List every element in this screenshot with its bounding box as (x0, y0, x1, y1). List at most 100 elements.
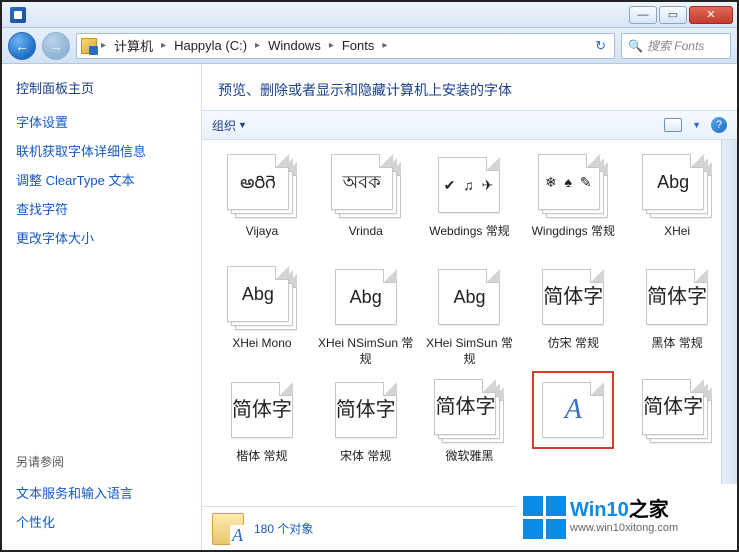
font-thumbnail: A (536, 375, 610, 445)
help-button[interactable]: ? (711, 117, 727, 133)
search-placeholder: 搜索 Fonts (647, 37, 704, 54)
minimize-button[interactable]: — (629, 6, 657, 24)
font-item[interactable]: 简体字仿宋 常规 (523, 262, 623, 367)
chevron-right-icon: ▸ (382, 40, 387, 51)
font-thumbnail: 简体字 (640, 375, 714, 445)
font-name-label: 仿宋 常规 (548, 336, 599, 366)
font-thumbnail: 简体字 (329, 375, 403, 445)
font-grid: అరిగె Vijaya অবক Vrinda ✔ ♫ ✈ Webdings 常规 ❄ ♠ … (202, 140, 737, 479)
font-item[interactable]: 简体字黑体 常规 (627, 262, 727, 367)
font-thumbnail: 简体字 (536, 262, 610, 332)
font-preview-text: A (565, 396, 582, 424)
sidebar: 控制面板主页 字体设置 联机获取字体详细信息 调整 ClearType 文本 查… (2, 64, 202, 550)
font-name-label: 黑体 常规 (651, 336, 702, 366)
font-name-label: Vrinda (349, 224, 383, 254)
font-thumbnail: అరిగె (225, 150, 299, 220)
font-item[interactable]: 简体字 (627, 375, 727, 479)
sidebar-link-personalization[interactable]: 个性化 (16, 507, 187, 536)
toolbar: 组织 ▼ ▼ ? (202, 110, 737, 140)
font-item[interactable]: ❄ ♠ ✎ Wingdings 常规 (523, 150, 623, 254)
address-bar[interactable]: ▸ 计算机 ▸ Happyla (C:) ▸ Windows ▸ Fonts ▸… (76, 33, 615, 59)
font-item[interactable]: 简体字微软雅黑 (420, 375, 520, 479)
font-thumbnail: ✔ ♫ ✈ (432, 150, 506, 220)
font-preview-text: Abg (242, 285, 274, 303)
body: 控制面板主页 字体设置 联机获取字体详细信息 调整 ClearType 文本 查… (2, 64, 737, 550)
breadcrumb[interactable]: 计算机 (110, 36, 157, 55)
font-name-label: 微软雅黑 (445, 449, 493, 479)
sidebar-link-find-char[interactable]: 查找字符 (16, 194, 187, 223)
refresh-button[interactable]: ↻ (591, 38, 610, 54)
font-name-label: 楷体 常规 (236, 449, 287, 479)
sidebar-heading: 控制面板主页 (16, 78, 187, 97)
font-preview-text: 简体字 (435, 397, 495, 417)
fonts-folder-icon (212, 513, 244, 545)
font-preview-text: ✔ ♫ ✈ (444, 178, 496, 192)
search-icon: 🔍 (628, 39, 643, 53)
font-thumbnail: 简体字 (432, 375, 506, 445)
chevron-right-icon: ▸ (101, 40, 106, 51)
nav-bar: ← → ▸ 计算机 ▸ Happyla (C:) ▸ Windows ▸ Fon… (2, 28, 737, 64)
font-preview-text: 简体字 (647, 287, 707, 307)
font-preview-text: অবক (343, 173, 381, 191)
font-item[interactable]: 简体字宋体 常规 (316, 375, 416, 479)
fonts-window: — ▭ ✕ ← → ▸ 计算机 ▸ Happyla (C:) ▸ Windows… (0, 0, 739, 552)
font-preview-text: Abg (657, 173, 689, 191)
font-preview-text: Abg (350, 288, 382, 306)
fonts-folder-icon (81, 38, 97, 54)
font-name-label: XHei NSimSun 常规 (318, 336, 414, 367)
font-item[interactable]: অবক Vrinda (316, 150, 416, 254)
sidebar-link-online-font-info[interactable]: 联机获取字体详细信息 (16, 136, 187, 165)
chevron-right-icon: ▸ (255, 40, 260, 51)
sidebar-link-text-services[interactable]: 文本服务和输入语言 (16, 478, 187, 507)
font-thumbnail: Abg (329, 262, 403, 332)
chevron-right-icon: ▸ (161, 40, 166, 51)
breadcrumb[interactable]: Fonts (338, 38, 379, 53)
font-thumbnail: 简体字 (640, 262, 714, 332)
vertical-scrollbar[interactable] (721, 140, 737, 506)
back-button[interactable]: ← (8, 32, 36, 60)
font-thumbnail: Abg (225, 262, 299, 332)
breadcrumb[interactable]: Windows (264, 38, 325, 53)
close-button[interactable]: ✕ (689, 6, 733, 24)
chevron-right-icon: ▸ (329, 40, 334, 51)
font-grid-container: అరిగె Vijaya অবক Vrinda ✔ ♫ ✈ Webdings 常规 ❄ ♠ … (202, 140, 737, 506)
font-item[interactable]: A (523, 375, 623, 479)
font-item[interactable]: 简体字楷体 常规 (212, 375, 312, 479)
font-preview-text: 简体字 (336, 400, 396, 420)
organize-menu[interactable]: 组织 ▼ (212, 117, 247, 134)
main-panel: 预览、删除或者显示和隐藏计算机上安装的字体 组织 ▼ ▼ ? అరిగె Vija… (202, 64, 737, 550)
sidebar-link-change-size[interactable]: 更改字体大小 (16, 223, 187, 252)
font-thumbnail: ❄ ♠ ✎ (536, 150, 610, 220)
font-thumbnail: Abg (640, 150, 714, 220)
sidebar-link-cleartype[interactable]: 调整 ClearType 文本 (16, 165, 187, 194)
window-controls: — ▭ ✕ (629, 6, 737, 24)
font-thumbnail: 简体字 (225, 375, 299, 445)
view-button[interactable] (664, 118, 682, 132)
font-name-label: Vijaya (246, 224, 278, 254)
font-item[interactable]: Abg XHei Mono (212, 262, 312, 367)
font-name-label: 宋体 常规 (340, 449, 391, 479)
font-name-label: Webdings 常规 (429, 224, 509, 254)
titlebar: — ▭ ✕ (2, 2, 737, 28)
font-name-label: XHei Mono (232, 336, 291, 366)
see-also-heading: 另请参阅 (16, 453, 187, 470)
breadcrumb[interactable]: Happyla (C:) (170, 38, 251, 53)
font-preview-text: ❄ ♠ ✎ (545, 175, 594, 189)
sidebar-link-font-settings[interactable]: 字体设置 (16, 107, 187, 136)
font-preview-text: 简体字 (543, 287, 603, 307)
font-item[interactable]: Abg XHei NSimSun 常规 (316, 262, 416, 367)
page-title: 预览、删除或者显示和隐藏计算机上安装的字体 (202, 64, 737, 110)
windows-logo-icon (523, 496, 566, 539)
font-item[interactable]: Abg XHei (627, 150, 727, 254)
search-input[interactable]: 🔍 搜索 Fonts (621, 33, 731, 59)
font-name-label: Wingdings 常规 (532, 224, 615, 254)
font-item[interactable]: ✔ ♫ ✈ Webdings 常规 (420, 150, 520, 254)
font-thumbnail: Abg (432, 262, 506, 332)
chevron-down-icon: ▼ (238, 120, 247, 130)
font-item[interactable]: Abg XHei SimSun 常规 (420, 262, 520, 367)
forward-button[interactable]: → (42, 32, 70, 60)
font-name-label: XHei (664, 224, 690, 254)
font-name-label: XHei SimSun 常规 (421, 336, 517, 367)
maximize-button[interactable]: ▭ (659, 6, 687, 24)
font-item[interactable]: అరిగె Vijaya (212, 150, 312, 254)
